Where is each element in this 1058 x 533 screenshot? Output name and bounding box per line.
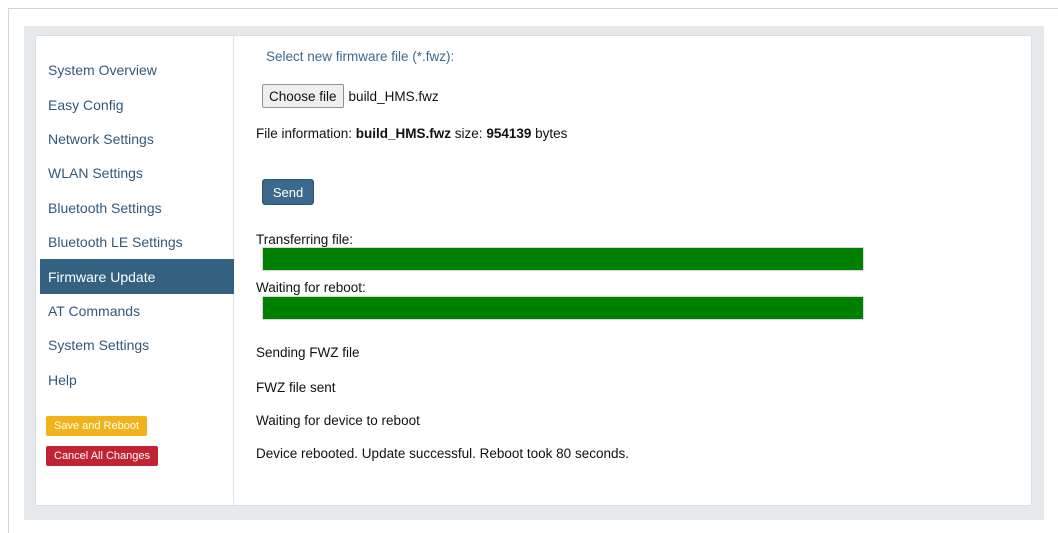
send-button[interactable]: Send [262, 179, 314, 205]
sidebar-item-firmware-update[interactable]: Firmware Update [40, 259, 234, 294]
file-picker: Choose file build_HMS.fwz [262, 84, 439, 108]
sidebar-item-easy-config[interactable]: Easy Config [40, 87, 234, 121]
sidebar-item-bluetooth-settings[interactable]: Bluetooth Settings [40, 191, 234, 225]
cancel-all-changes-button[interactable]: Cancel All Changes [46, 446, 159, 466]
status-message: FWZ file sent [256, 380, 336, 395]
firmware-content: Select new firmware file (*.fwz): Choose… [234, 36, 1031, 505]
sidebar-item-wlan-settings[interactable]: WLAN Settings [40, 156, 234, 190]
file-info-size-label: size: [451, 126, 487, 141]
file-info-suffix: bytes [531, 126, 568, 141]
file-info-size: 954139 [486, 126, 532, 141]
main-panel: System Overview Easy Config Network Sett… [36, 36, 1031, 505]
sidebar: System Overview Easy Config Network Sett… [36, 36, 234, 505]
status-message: Device rebooted. Update successful. Rebo… [256, 446, 629, 461]
sidebar-item-system-overview[interactable]: System Overview [40, 53, 234, 87]
status-message: Sending FWZ file [256, 345, 360, 360]
file-info-prefix: File information: [256, 126, 356, 141]
file-info-name: build_HMS.fwz [355, 126, 452, 141]
sidebar-item-bluetooth-le-settings[interactable]: Bluetooth LE Settings [40, 225, 234, 259]
status-message: Waiting for device to reboot [256, 413, 420, 428]
choose-file-button[interactable]: Choose file [262, 84, 344, 108]
reboot-progress-fill [263, 297, 863, 319]
selected-file-name: build_HMS.fwz [348, 88, 439, 104]
sidebar-item-help[interactable]: Help [40, 363, 234, 397]
transfer-progress-bar [262, 247, 864, 271]
save-and-reboot-button[interactable]: Save and Reboot [46, 416, 148, 436]
transfer-label: Transferring file: [256, 232, 354, 247]
sidebar-item-at-commands[interactable]: AT Commands [40, 294, 234, 328]
sidebar-nav: System Overview Easy Config Network Sett… [40, 53, 234, 397]
file-information: File information: build_HMS.fwz size: 95… [256, 126, 567, 141]
reboot-label: Waiting for reboot: [256, 280, 366, 295]
sidebar-item-network-settings[interactable]: Network Settings [40, 122, 234, 156]
reboot-progress-bar [262, 296, 864, 320]
transfer-progress-fill [263, 248, 863, 270]
sidebar-item-system-settings[interactable]: System Settings [40, 328, 234, 362]
firmware-heading: Select new firmware file (*.fwz): [266, 49, 455, 64]
